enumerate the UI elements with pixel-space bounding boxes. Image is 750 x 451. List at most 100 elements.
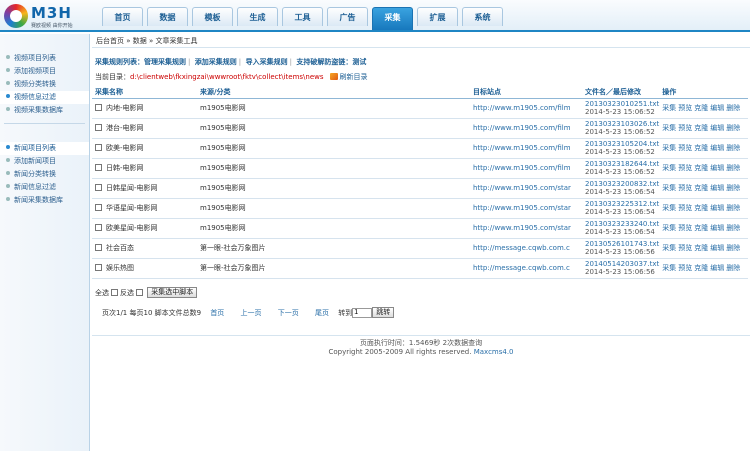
row-op-2[interactable]: 克隆 [694, 204, 708, 212]
row-checkbox[interactable] [95, 184, 102, 191]
row-op-3[interactable]: 编辑 [710, 164, 724, 172]
site-cell[interactable]: http://message.cqwb.com.c [470, 238, 582, 259]
row-op-4[interactable]: 删除 [726, 164, 740, 172]
row-op-2[interactable]: 克隆 [694, 144, 708, 152]
nav-tab-1[interactable]: 数据 [147, 7, 188, 26]
row-checkbox[interactable] [95, 124, 102, 131]
file-name[interactable]: 20130323200832.txt [585, 180, 659, 188]
pager-first-link[interactable]: 首页 [210, 309, 224, 317]
anti-leech-test-link[interactable]: 支持破解防盗链：测试 [296, 58, 366, 66]
row-op-0[interactable]: 采集 [662, 124, 676, 132]
logo[interactable]: M3H 赛欧视频 由你开始 [4, 4, 84, 30]
site-cell[interactable]: http://www.m1905.com/star [470, 198, 582, 219]
site-cell[interactable]: http://www.m1905.com/film [470, 158, 582, 179]
row-op-4[interactable]: 删除 [726, 204, 740, 212]
sidebar-news-item-1[interactable]: 添加新闻项目 [0, 155, 89, 168]
row-op-0[interactable]: 采集 [662, 184, 676, 192]
nav-tab-3[interactable]: 生成 [237, 7, 278, 26]
nav-tab-7[interactable]: 扩展 [417, 7, 458, 26]
nav-tab-2[interactable]: 模板 [192, 7, 233, 26]
file-name[interactable]: 20130323233240.txt [585, 220, 659, 228]
row-checkbox[interactable] [95, 164, 102, 171]
row-op-1[interactable]: 预览 [678, 124, 692, 132]
row-op-4[interactable]: 删除 [726, 144, 740, 152]
row-op-0[interactable]: 采集 [662, 224, 676, 232]
row-op-3[interactable]: 编辑 [710, 144, 724, 152]
sidebar-news-item-2[interactable]: 新闻分类转换 [0, 168, 89, 181]
site-cell[interactable]: http://www.m1905.com/star [470, 178, 582, 199]
file-name[interactable]: 20130323182644.txt [585, 160, 659, 168]
footer-brand-link[interactable]: Maxcms4.0 [474, 348, 514, 356]
row-op-0[interactable]: 采集 [662, 104, 676, 112]
row-op-2[interactable]: 克隆 [694, 224, 708, 232]
sidebar-video-item-3[interactable]: 视频信息过滤 [0, 91, 89, 104]
sidebar-news-item-0[interactable]: 新闻项目列表 [0, 142, 89, 155]
row-op-2[interactable]: 克隆 [694, 124, 708, 132]
row-op-3[interactable]: 编辑 [710, 204, 724, 212]
refresh-icon[interactable] [329, 73, 338, 80]
import-rule-link[interactable]: 导入采集规则 [246, 58, 288, 66]
row-op-1[interactable]: 预览 [678, 264, 692, 272]
row-checkbox[interactable] [95, 244, 102, 251]
sidebar-video-item-4[interactable]: 视频采集数据库 [0, 104, 89, 117]
site-cell[interactable]: http://message.cqwb.com.c [470, 258, 582, 279]
row-op-3[interactable]: 编辑 [710, 184, 724, 192]
row-op-1[interactable]: 预览 [678, 144, 692, 152]
nav-tab-0[interactable]: 首页 [102, 7, 143, 26]
row-op-2[interactable]: 克隆 [694, 244, 708, 252]
row-op-2[interactable]: 克隆 [694, 104, 708, 112]
sidebar-news-item-3[interactable]: 新闻信息过滤 [0, 181, 89, 194]
file-name[interactable]: 20130526101743.txt [585, 240, 659, 248]
site-cell[interactable]: http://www.m1905.com/film [470, 138, 582, 159]
row-op-4[interactable]: 删除 [726, 264, 740, 272]
row-op-3[interactable]: 编辑 [710, 104, 724, 112]
row-op-4[interactable]: 删除 [726, 224, 740, 232]
nav-tab-6[interactable]: 采集 [372, 7, 413, 30]
row-op-0[interactable]: 采集 [662, 144, 676, 152]
row-op-4[interactable]: 删除 [726, 104, 740, 112]
site-cell[interactable]: http://www.m1905.com/star [470, 218, 582, 239]
row-checkbox[interactable] [95, 264, 102, 271]
collect-selected-button[interactable]: 采集选中脚本 [147, 287, 198, 298]
row-op-1[interactable]: 预览 [678, 204, 692, 212]
row-op-2[interactable]: 克隆 [694, 164, 708, 172]
refresh-dir-link[interactable]: 刷新目录 [340, 73, 368, 81]
pager-jump-input[interactable] [352, 307, 373, 318]
pager-next-link[interactable]: 下一页 [278, 309, 299, 317]
row-op-4[interactable]: 删除 [726, 124, 740, 132]
add-rule-link[interactable]: 添加采集规则 [195, 58, 237, 66]
row-op-1[interactable]: 预览 [678, 244, 692, 252]
row-op-3[interactable]: 编辑 [710, 264, 724, 272]
row-op-1[interactable]: 预览 [678, 104, 692, 112]
nav-tab-8[interactable]: 系统 [462, 7, 503, 26]
row-op-0[interactable]: 采集 [662, 264, 676, 272]
pager-jump-button[interactable]: 跳转 [372, 307, 395, 318]
file-name[interactable]: 20130323225312.txt [585, 200, 659, 208]
row-op-1[interactable]: 预览 [678, 164, 692, 172]
sidebar-video-item-0[interactable]: 视频项目列表 [0, 52, 89, 65]
row-checkbox[interactable] [95, 104, 102, 111]
row-op-4[interactable]: 删除 [726, 244, 740, 252]
file-name[interactable]: 20130323105204.txt [585, 140, 659, 148]
row-checkbox[interactable] [95, 204, 102, 211]
row-op-3[interactable]: 编辑 [710, 244, 724, 252]
row-op-4[interactable]: 删除 [726, 184, 740, 192]
pager-last-link[interactable]: 尾页 [315, 309, 329, 317]
sidebar-video-item-2[interactable]: 视频分类转换 [0, 78, 89, 91]
manage-rules-link[interactable]: 采集规则列表：管理采集规则 [95, 58, 186, 66]
file-name[interactable]: 20140514203037.txt [585, 260, 659, 268]
row-op-3[interactable]: 编辑 [710, 124, 724, 132]
row-op-1[interactable]: 预览 [678, 224, 692, 232]
nav-tab-5[interactable]: 广告 [327, 7, 368, 26]
row-op-2[interactable]: 克隆 [694, 184, 708, 192]
row-op-3[interactable]: 编辑 [710, 224, 724, 232]
site-cell[interactable]: http://www.m1905.com/film [470, 98, 582, 119]
sidebar-video-item-1[interactable]: 添加视频项目 [0, 65, 89, 78]
row-op-1[interactable]: 预览 [678, 184, 692, 192]
row-op-0[interactable]: 采集 [662, 204, 676, 212]
file-name[interactable]: 20130323103026.txt [585, 120, 659, 128]
row-op-0[interactable]: 采集 [662, 164, 676, 172]
row-checkbox[interactable] [95, 224, 102, 231]
sidebar-news-item-4[interactable]: 新闻采集数据库 [0, 194, 89, 207]
pager-prev-link[interactable]: 上一页 [241, 309, 262, 317]
